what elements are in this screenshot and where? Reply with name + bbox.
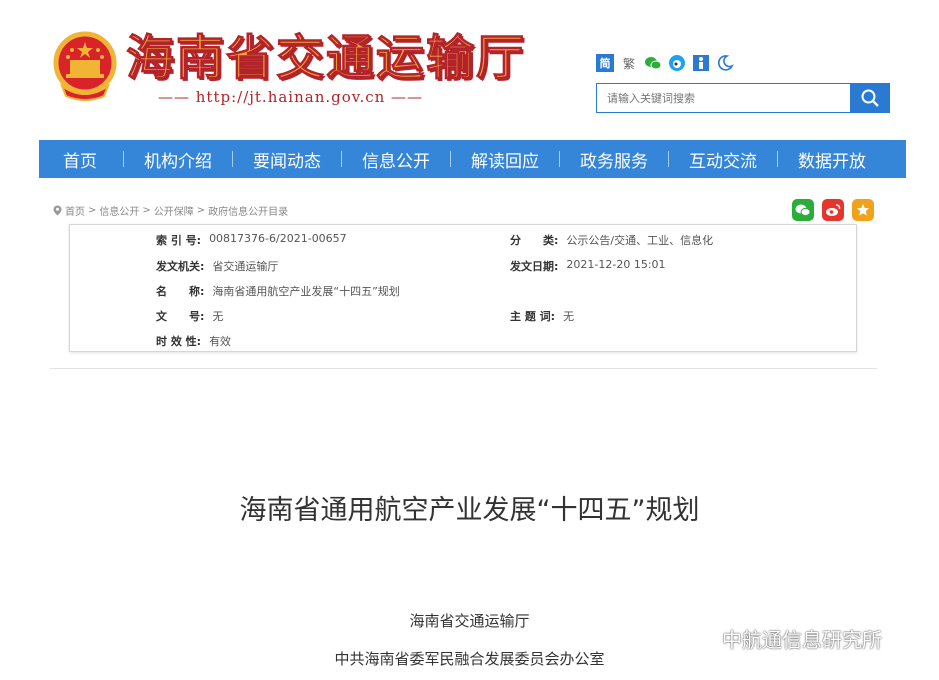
- info-keywords-label: 主 题 词:: [510, 310, 556, 323]
- info-index-value: 00817376-6/2021-00657: [209, 232, 347, 245]
- breadcrumb-catalog[interactable]: 政府信息公开目录: [208, 203, 288, 218]
- accessibility-icon[interactable]: [692, 54, 710, 72]
- info-name-row: 名 称: 海南省通用航空产业发展“十四五”规划: [156, 283, 400, 299]
- site-title: 海南省交通运输厅: [125, 30, 527, 87]
- info-validity-label: 时 效 性:: [156, 335, 202, 348]
- info-issuer-row: 发文机关: 省交通运输厅: [156, 258, 278, 274]
- info-issuer-value: 省交通运输厅: [212, 260, 279, 273]
- nav-separator: [668, 151, 669, 167]
- nav-about[interactable]: 机构介绍: [142, 147, 214, 172]
- star-icon: [857, 204, 869, 216]
- info-index-label: 索 引 号:: [156, 234, 202, 247]
- nav-separator: [450, 151, 451, 167]
- breadcrumb-separator: >: [88, 205, 97, 216]
- document-title: 海南省通用航空产业发展“十四五”规划: [239, 495, 700, 526]
- share-buttons: [792, 199, 874, 221]
- simplified-chinese-button[interactable]: 简: [596, 54, 614, 72]
- breadcrumb: 首页 > 信息公开 > 公开保障 > 政府信息公开目录: [53, 203, 288, 218]
- info-name-label: 名 称:: [156, 285, 205, 298]
- info-issuer-label: 发文机关:: [156, 260, 205, 273]
- breadcrumb-info-disclosure[interactable]: 信息公开: [99, 203, 139, 218]
- share-weibo-button[interactable]: [822, 199, 844, 221]
- breadcrumb-separator: >: [142, 205, 151, 216]
- nav-interaction[interactable]: 互动交流: [687, 147, 759, 172]
- content-divider: [50, 368, 877, 369]
- nav-home[interactable]: 首页: [61, 147, 99, 172]
- share-favorite-button[interactable]: [852, 199, 874, 221]
- watermark-text: 中航通信息研究所: [722, 628, 882, 652]
- wechat-icon: [795, 204, 811, 217]
- info-keywords-row: 主 题 词: 无: [510, 308, 574, 324]
- info-name-value: 海南省通用航空产业发展“十四五”规划: [212, 285, 400, 298]
- info-keywords-value: 无: [563, 310, 575, 323]
- search-input[interactable]: [596, 83, 850, 113]
- info-category-label: 分 类:: [510, 234, 559, 247]
- watermark: 中航通信息研究所: [680, 624, 882, 653]
- nav-open-data[interactable]: 数据开放: [796, 147, 868, 172]
- search-icon: [861, 89, 879, 107]
- search-button[interactable]: [850, 83, 890, 113]
- info-docno-row: 文 号: 无: [156, 308, 223, 324]
- share-wechat-button[interactable]: [792, 199, 814, 221]
- info-date-label: 发文日期:: [510, 260, 559, 273]
- info-category-row: 分 类: 公示公告/交通、工业、信息化: [510, 232, 713, 248]
- info-docno-label: 文 号:: [156, 310, 205, 323]
- elder-mode-icon[interactable]: [716, 54, 734, 72]
- info-docno-value: 无: [212, 310, 224, 323]
- traditional-chinese-button[interactable]: 繁: [620, 54, 638, 72]
- site-header: 海南省交通运输厅 —— http://jt.hainan.gov.cn —— 简…: [0, 0, 939, 140]
- nav-separator: [777, 151, 778, 167]
- info-index-row: 索 引 号: 00817376-6/2021-00657: [156, 232, 347, 248]
- location-pin-icon: [53, 205, 62, 216]
- weibo-icon: [826, 204, 841, 216]
- nav-news[interactable]: 要闻动态: [251, 147, 323, 172]
- breadcrumb-separator: >: [196, 205, 206, 216]
- national-emblem-icon: [53, 31, 117, 101]
- main-nav: 首页 机构介绍 要闻动态 信息公开 解读回应 政务服务 互动交流 数据开放: [39, 140, 906, 178]
- info-category-value: 公示公告/交通、工业、信息化: [566, 234, 714, 247]
- nav-info-disclosure[interactable]: 信息公开: [360, 147, 432, 172]
- toolbar: 简 繁: [596, 54, 734, 72]
- nav-separator: [232, 151, 233, 167]
- weibo-icon[interactable]: [668, 54, 686, 72]
- document-info-table: 索 引 号: 00817376-6/2021-00657 分 类: 公示公告/交…: [69, 224, 857, 352]
- search-bar: [596, 83, 890, 113]
- nav-interpretation[interactable]: 解读回应: [469, 147, 541, 172]
- nav-separator: [341, 151, 342, 167]
- info-date-value: 2021-12-20 15:01: [566, 258, 666, 271]
- wechat-icon[interactable]: [644, 54, 662, 72]
- nav-separator: [559, 151, 560, 167]
- nav-separator: [123, 151, 124, 167]
- breadcrumb-home[interactable]: 首页: [65, 203, 85, 218]
- info-validity-value: 有效: [209, 335, 232, 348]
- info-validity-row: 时 效 性: 有效: [156, 333, 231, 349]
- site-url: —— http://jt.hainan.gov.cn ——: [158, 88, 424, 106]
- nav-services[interactable]: 政务服务: [578, 147, 650, 172]
- info-date-row: 发文日期: 2021-12-20 15:01: [510, 258, 666, 274]
- wechat-official-account-icon: [681, 626, 713, 651]
- breadcrumb-disclosure-guarantee[interactable]: 公开保障: [154, 203, 194, 218]
